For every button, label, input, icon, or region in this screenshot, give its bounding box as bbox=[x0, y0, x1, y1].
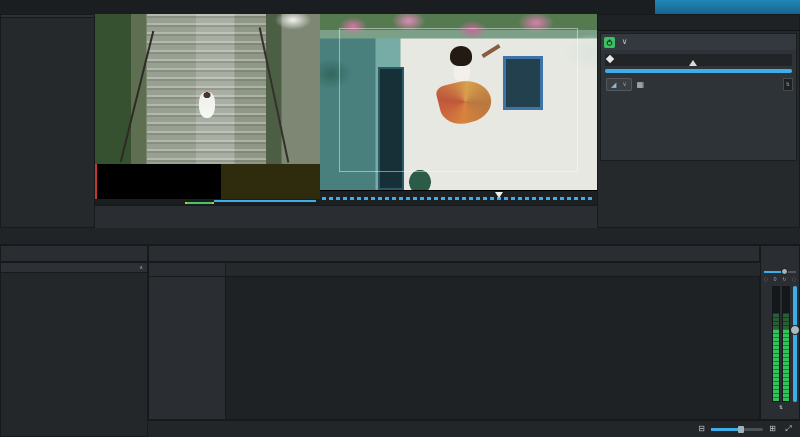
clip-monitor-toolbar bbox=[95, 205, 320, 228]
meter-icon: ◌ bbox=[763, 277, 769, 283]
effects-category-list bbox=[1, 18, 94, 26]
sort-indicator-icon[interactable]: ∧ bbox=[139, 265, 143, 271]
project-monitor-video bbox=[320, 14, 597, 190]
reset-icon[interactable]: ↻ bbox=[782, 277, 786, 283]
clip-monitor bbox=[95, 14, 320, 228]
balance-slider[interactable] bbox=[764, 268, 796, 276]
keyframe-toolbar: ◢ ∨ ▦ ⇅ bbox=[604, 77, 793, 92]
project-monitor-ruler[interactable] bbox=[320, 190, 597, 205]
zone-in-marker bbox=[95, 164, 97, 199]
effect-stack-panel: ∨ ◢ ∨ ▦ ⇅ bbox=[597, 14, 800, 228]
person-figure bbox=[198, 92, 215, 118]
clip-monitor-audio-waveform[interactable] bbox=[95, 164, 320, 199]
level-meters bbox=[763, 286, 800, 402]
zoom-out-icon[interactable]: ⊟ bbox=[695, 423, 708, 436]
timeline-ruler[interactable] bbox=[226, 263, 761, 277]
workspace-switcher bbox=[655, 0, 800, 14]
meter-left bbox=[772, 286, 780, 402]
status-bar: ⊟ ⊞ ⤢ bbox=[148, 420, 800, 437]
track-lanes bbox=[226, 277, 761, 419]
collapse-effect-icon[interactable]: ∨ bbox=[618, 36, 631, 49]
gain-value[interactable]: ⇅ bbox=[761, 402, 799, 413]
interpolation-select[interactable]: ◢ ∨ bbox=[606, 78, 632, 91]
kdenlive-window: ∨ ◢ ∨ ▦ ⇅ ∧ ◌ 0 ↻ ◌ ⇅ ⊟ ⊞ ⤢ bbox=[0, 0, 800, 437]
keyframe-timecode[interactable]: ⇅ bbox=[782, 78, 793, 91]
safe-area-guides bbox=[339, 28, 578, 173]
project-bin: ∧ bbox=[0, 262, 148, 437]
effects-panel bbox=[0, 14, 95, 228]
timeline-zoom-slider[interactable] bbox=[711, 425, 763, 433]
keyframe-zoombar[interactable] bbox=[605, 69, 792, 73]
volume-slider[interactable] bbox=[790, 286, 800, 402]
clip-monitor-video bbox=[95, 14, 320, 164]
timeline bbox=[148, 262, 761, 420]
effect-stack-header bbox=[598, 15, 799, 31]
master-track-button[interactable] bbox=[149, 263, 226, 277]
keyframe-position-marker bbox=[689, 60, 698, 66]
bin-toolbar bbox=[0, 245, 148, 262]
effect-card: ∨ ◢ ∨ ▦ ⇅ bbox=[600, 33, 797, 161]
project-monitor bbox=[320, 14, 597, 228]
keyframe-ruler[interactable] bbox=[605, 54, 792, 66]
effect-enable-toggle[interactable] bbox=[604, 36, 615, 48]
audio-mixer: ◌ 0 ↻ ◌ ⇅ bbox=[760, 245, 800, 420]
mixer-title bbox=[761, 246, 799, 255]
keyframe-diamond[interactable] bbox=[605, 54, 615, 64]
zone-overlay bbox=[221, 164, 320, 199]
monitor-playhead[interactable] bbox=[494, 192, 503, 198]
project-monitor-toolbar bbox=[320, 205, 597, 228]
bin-name-header[interactable]: ∧ bbox=[1, 263, 147, 273]
keyframe-grid-icon[interactable]: ▦ bbox=[634, 78, 647, 91]
effect-card-header: ∨ bbox=[601, 34, 796, 50]
zoom-in-icon[interactable]: ⊞ bbox=[766, 423, 779, 436]
timeline-toolbar bbox=[148, 245, 760, 262]
fit-zoom-icon[interactable]: ⤢ bbox=[782, 423, 795, 436]
dock-tab-bar bbox=[0, 228, 800, 245]
stairs bbox=[146, 14, 266, 164]
meter-right bbox=[782, 286, 790, 402]
track-headers bbox=[149, 277, 226, 419]
